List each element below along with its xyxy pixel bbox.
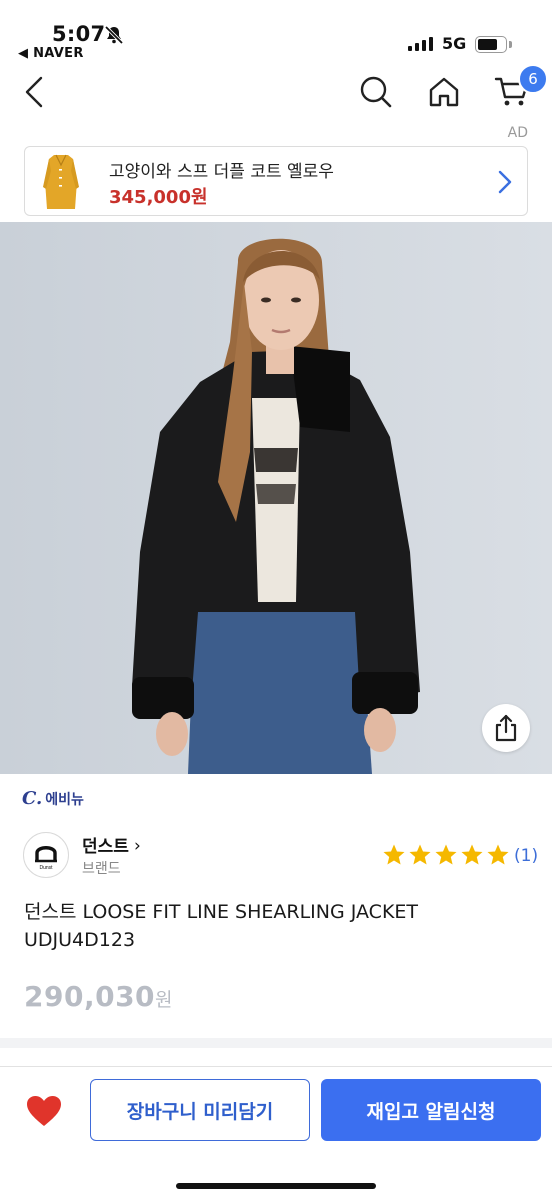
price-unit: 원 [155,989,174,1011]
product-title: 던스트 LOOSE FIT LINE SHEARLING JACKET UDJU… [24,901,419,951]
back-to-app-link[interactable]: ◀ NAVER [18,46,84,61]
product-photo [0,222,552,774]
star-icon [487,844,509,865]
back-button[interactable] [10,68,58,116]
seller-logo-mark: C. [22,788,43,809]
section-divider [0,1038,552,1048]
brand-logo[interactable]: Dunst [23,832,69,878]
add-to-cart-button[interactable]: 장바구니 미리담기 [90,1079,310,1141]
search-icon [360,76,392,108]
product-image[interactable] [0,222,552,774]
home-icon [429,77,459,107]
cart-count-badge: 6 [518,64,548,94]
seller-name: 에비뉴 [45,792,84,808]
star-icon [435,844,457,865]
brand-logo-text: Dunst [39,865,53,871]
chevron-left-icon [25,76,43,108]
signal-icon [408,37,433,51]
share-icon [495,714,517,742]
ad-title: 고양이와 스프 더플 코트 옐로우 [109,162,334,182]
wishlist-button[interactable] [22,1091,66,1131]
rating-stars[interactable] [382,843,510,867]
bottom-action-bar: 장바구니 미리담기 재입고 알림신청 [0,1066,552,1200]
ad-banner[interactable]: 고양이와 스프 더플 코트 옐로우 345,000원 [24,146,528,216]
restock-notify-button[interactable]: 재입고 알림신청 [321,1079,541,1141]
bell-muted-icon [104,25,124,45]
ad-label: AD [507,125,528,141]
star-icon [409,844,431,865]
status-bar: 5:07 ◀ NAVER 5G [0,0,552,68]
search-button[interactable] [352,68,400,116]
coat-thumbnail [37,151,85,213]
home-indicator [176,1183,376,1189]
seller-logo[interactable]: C. 에비뉴 [22,788,84,809]
star-icon [461,844,483,865]
product-price: 290,030원 [24,980,173,1013]
brand-subtitle: 브랜드 [82,861,121,877]
ad-price: 345,000원 [109,187,208,208]
status-time: 5:07 [52,22,106,46]
home-button[interactable] [420,68,468,116]
review-count-link[interactable]: (1) [514,846,538,866]
price-value: 290,030 [24,980,156,1013]
heart-icon [27,1096,61,1126]
share-button[interactable] [482,704,530,752]
star-icon [383,844,405,865]
brand-logo-mark: Dunst [35,846,57,871]
chevron-right-icon [498,170,512,194]
brand-chevron[interactable]: › [134,836,141,856]
nav-bar [0,68,552,124]
battery-icon [475,36,507,53]
network-type: 5G [442,34,467,53]
brand-name-link[interactable]: 던스트 [82,832,129,857]
